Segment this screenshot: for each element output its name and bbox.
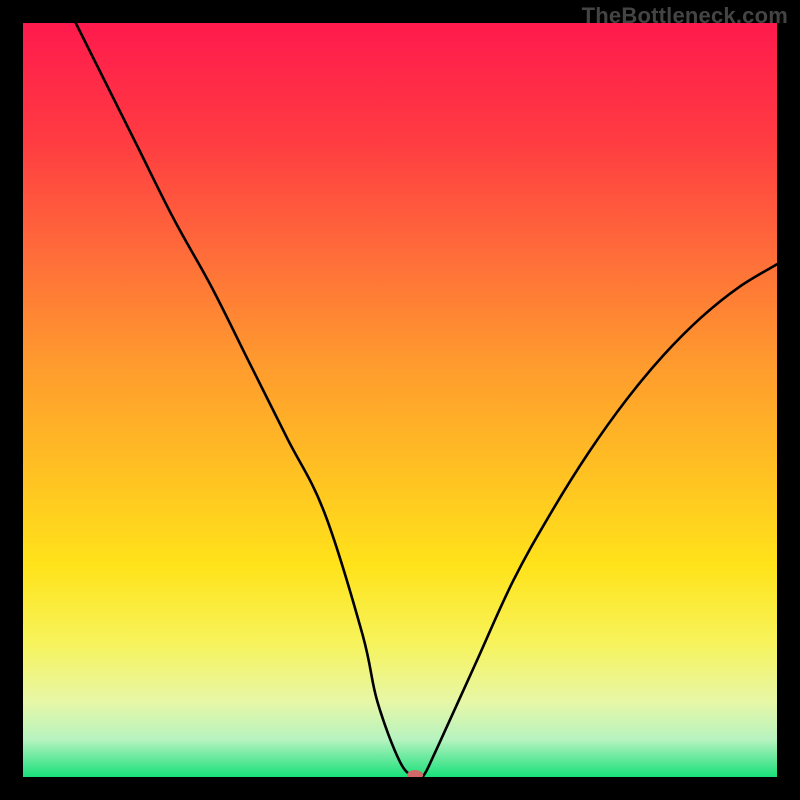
- plot-svg: [23, 23, 777, 777]
- watermark-text: TheBottleneck.com: [582, 3, 788, 29]
- bottleneck-plot: [23, 23, 777, 777]
- chart-frame: TheBottleneck.com: [0, 0, 800, 800]
- gradient-background: [23, 23, 777, 777]
